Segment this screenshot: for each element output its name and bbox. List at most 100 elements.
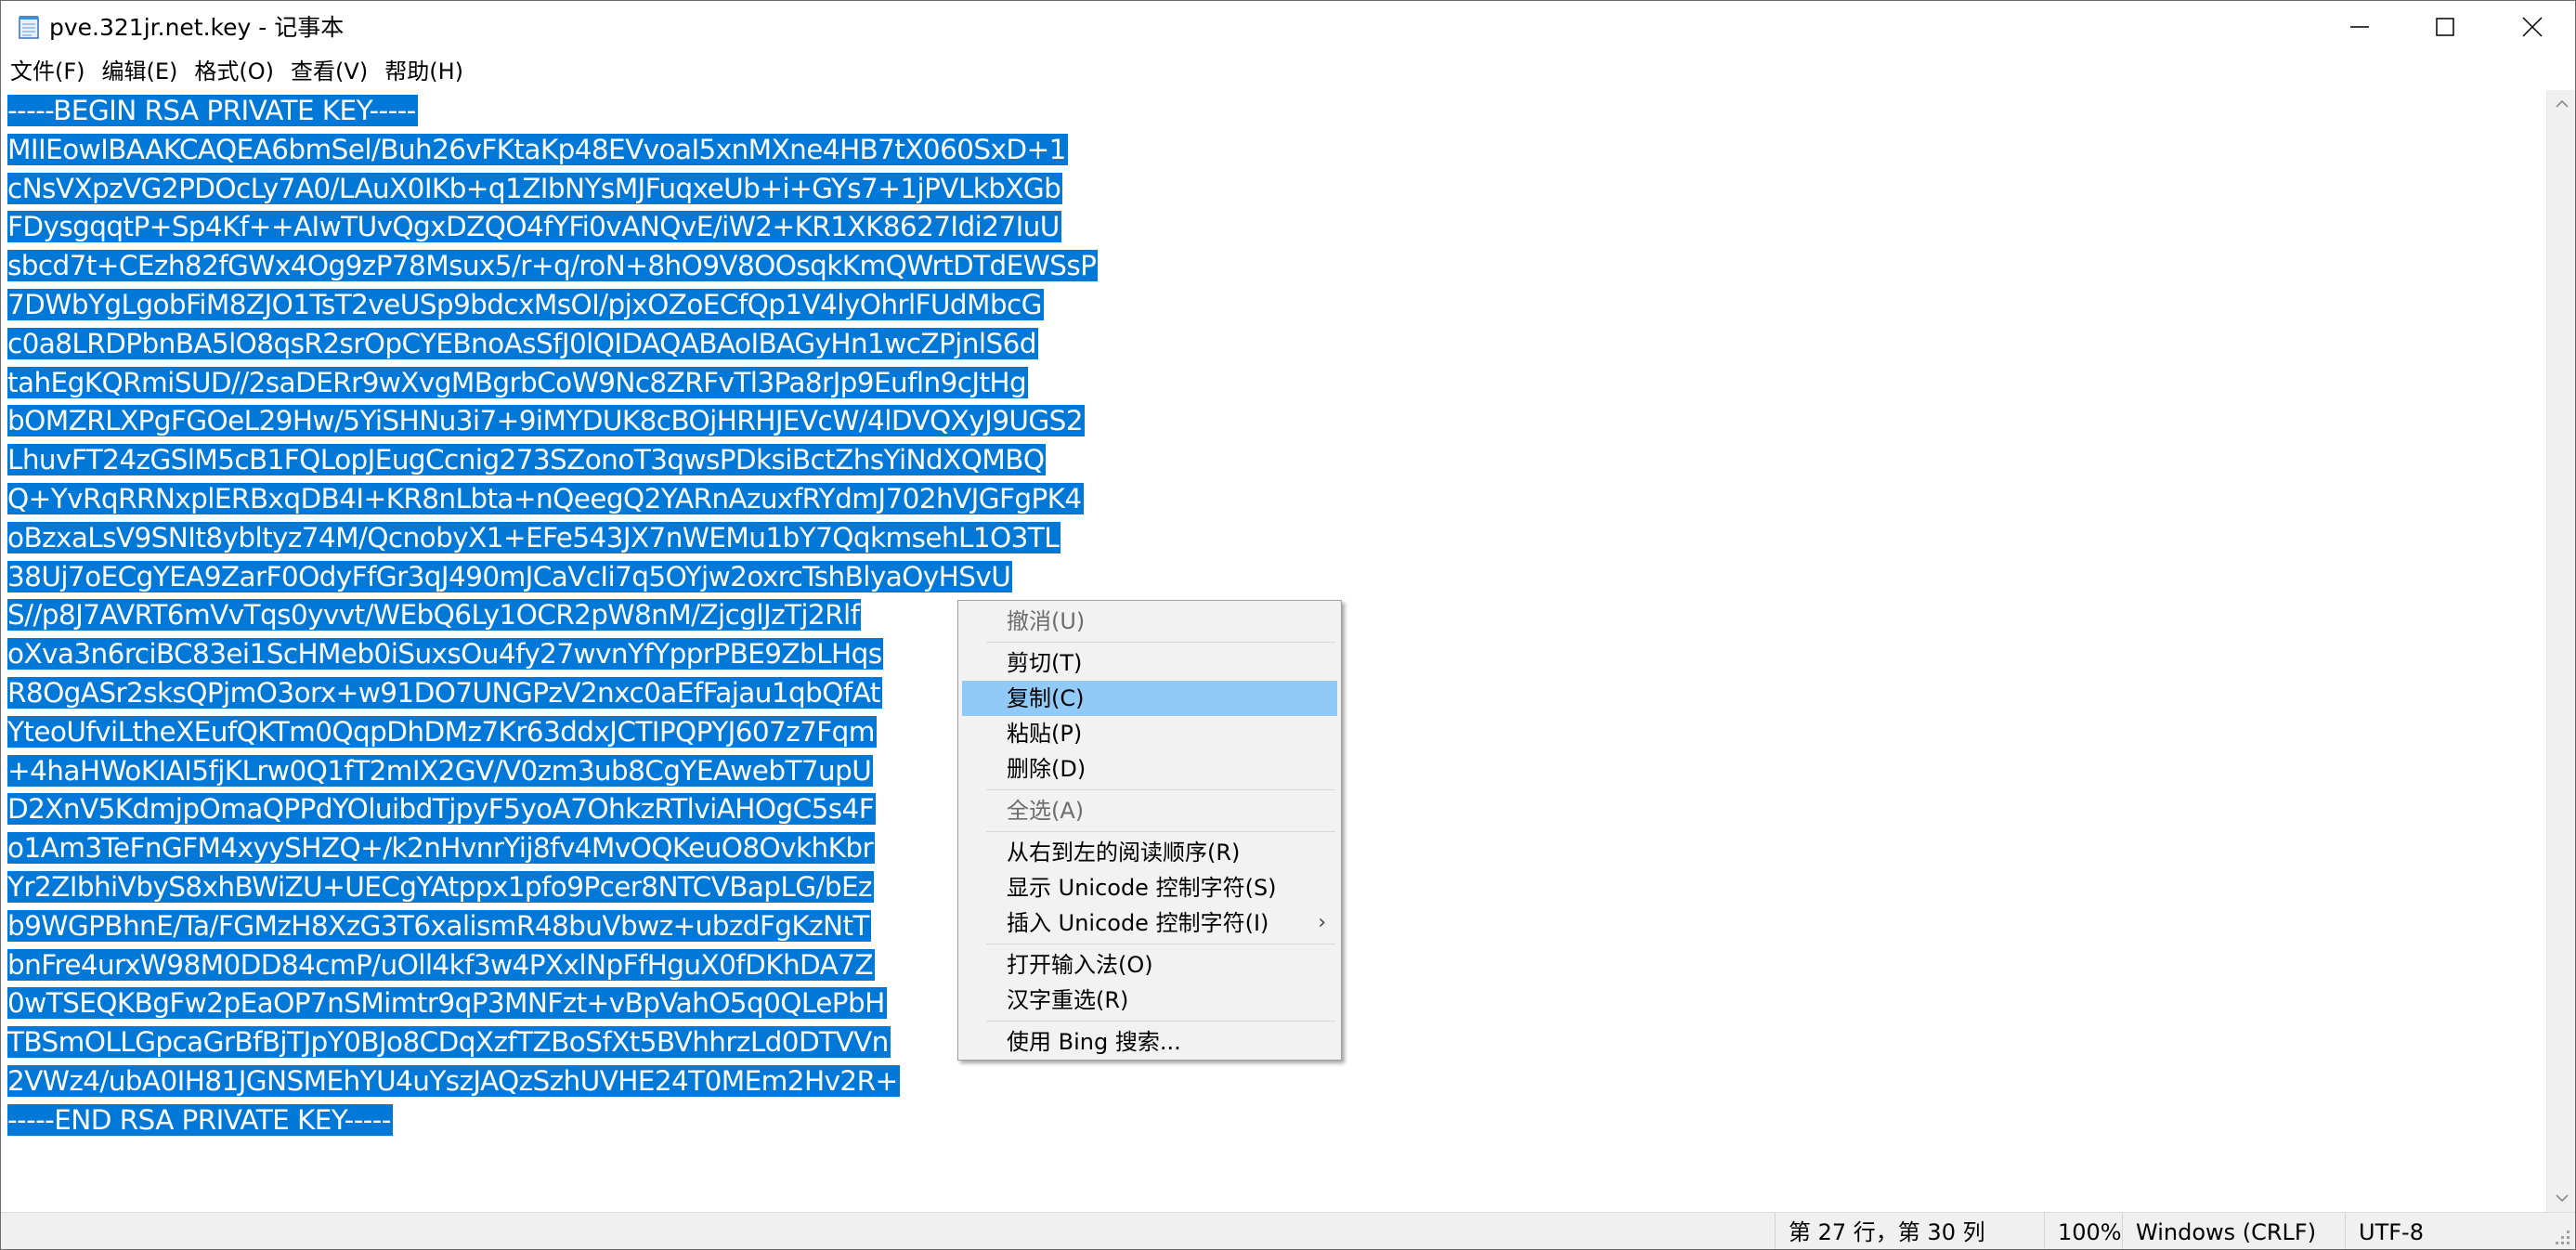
menu-help[interactable]: 帮助(H) [381, 53, 467, 90]
menu-bar: 文件(F) 编辑(E) 格式(O) 查看(V) 帮助(H) [1, 53, 2575, 90]
text-line: c0a8LRDPbnBA5lO8qsR2srOpCYEBnoAsSfJ0lQID… [7, 325, 1098, 364]
selected-text: bnFre4urxW98M0DD84cmP/uOll4kf3w4PXxlNpFf… [7, 948, 876, 981]
context-menu-select-all[interactable]: 全选(A) [962, 793, 1337, 828]
text-line: R8OgASr2sksQPjmO3orx+w91DO7UNGPzV2nxc0aE… [7, 674, 1098, 713]
minimize-icon [2350, 26, 2369, 28]
notepad-window: pve.321jr.net.key - 记事本 文件(F) 编辑(E) 格式(O… [0, 0, 2576, 1250]
selected-text: -----BEGIN RSA PRIVATE KEY----- [7, 95, 418, 126]
selected-text: Q+YvRqRRNxplERBxqDB4I+KR8nLbta+nQeegQ2YA… [7, 482, 1084, 514]
text-line: cNsVXpzVG2PDOcLy7A0/LAuX0IKb+q1ZIbNYsMJF… [7, 170, 1098, 209]
selected-text: tahEgKQRmiSUD//2saDERr9wXvgMBgrbCoW9Nc8Z… [7, 366, 1029, 398]
resize-grip-icon[interactable] [2551, 1226, 2571, 1246]
context-menu-bing-search[interactable]: 使用 Bing 搜索... [962, 1024, 1337, 1060]
selected-text: YteoUfviLtheXEufQKTm0QqpDhDMz7Kr63ddxJCT… [7, 715, 877, 748]
selected-text: oBzxaLsV9SNIt8ybltyz74M/QcnobyX1+EFe543J… [7, 521, 1061, 553]
context-menu-copy[interactable]: 复制(C) [962, 681, 1337, 716]
selected-text: LhuvFT24zGSlM5cB1FQLopJEugCcnig273SZonoT… [7, 444, 1047, 476]
context-menu-rtl-reading-order[interactable]: 从右到左的阅读顺序(R) [962, 835, 1337, 870]
menu-separator [986, 789, 1335, 790]
selected-text: 38Uj7oECgYEA9ZarF0OdyFfGr3qJ490mJCaVcIi7… [7, 560, 1013, 592]
window-title: pve.321jr.net.key - 记事本 [49, 14, 345, 41]
selected-text: cNsVXpzVG2PDOcLy7A0/LAuX0IKb+q1ZIbNYsMJF… [7, 172, 1063, 204]
status-encoding: UTF-8 [2345, 1213, 2549, 1249]
context-menu-insert-unicode-control[interactable]: 插入 Unicode 控制字符(I) › [962, 905, 1337, 941]
text-line: oXva3n6rciBC83ei1ScHMeb0iSuxsOu4fy27wvnY… [7, 635, 1098, 674]
selected-text: FDysgqqtP+Sp4Kf++AIwTUvQgxDZQO4fYFi0vANQ… [7, 211, 1061, 243]
text-line: +4haHWoKIAI5fjKLrw0Q1fT2mIX2GV/V0zm3ub8C… [7, 752, 1098, 791]
context-menu-undo[interactable]: 撤消(U) [962, 604, 1337, 639]
selected-text: bOMZRLXPgFGOeL29Hw/5YiSHNu3i7+9iMYDUK8cB… [7, 405, 1085, 437]
menu-edit[interactable]: 编辑(E) [98, 53, 182, 90]
scroll-up-button[interactable] [2547, 90, 2575, 118]
scroll-up-arrow-icon [2555, 99, 2569, 108]
notepad-app-icon [19, 16, 39, 39]
text-line: 7DWbYgLgobFiM8ZJO1TsT2veUSp9bdcxMsOI/pjx… [7, 286, 1098, 325]
text-line: oBzxaLsV9SNIt8ybltyz74M/QcnobyX1+EFe543J… [7, 519, 1098, 558]
maximize-button[interactable] [2402, 1, 2488, 53]
text-line: LhuvFT24zGSlM5cB1FQLopJEugCcnig273SZonoT… [7, 441, 1098, 480]
text-line: o1Am3TeFnGFM4xyySHZQ+/k2nHvnrYij8fv4MvOQ… [7, 829, 1098, 868]
minimize-button[interactable] [2317, 1, 2402, 53]
menu-format[interactable]: 格式(O) [190, 53, 278, 90]
text-line: -----BEGIN RSA PRIVATE KEY----- [7, 92, 1098, 131]
selected-text: D2XnV5KdmjpOmaQPPdYOluibdTjpyF5yoA7OhkzR… [7, 793, 877, 826]
close-button[interactable] [2490, 1, 2575, 53]
selected-text: 7DWbYgLgobFiM8ZJO1TsT2veUSp9bdcxMsOI/pjx… [7, 288, 1044, 320]
vertical-scrollbar[interactable] [2546, 90, 2575, 1212]
status-line-ending: Windows (CRLF) [2122, 1213, 2345, 1249]
text-line: 38Uj7oECgYEA9ZarF0OdyFfGr3qJ490mJCaVcIi7… [7, 558, 1098, 597]
selected-text: 0wTSEQKBgFw2pEaOP7nSMimtr9qP3MNFzt+vBpVa… [7, 987, 887, 1020]
selected-text: -----END RSA PRIVATE KEY----- [7, 1103, 393, 1136]
context-menu-show-unicode-control[interactable]: 显示 Unicode 控制字符(S) [962, 870, 1337, 905]
status-bar: 第 27 行，第 30 列 100% Windows (CRLF) UTF-8 [1, 1212, 2575, 1249]
insert-unicode-label: 插入 Unicode 控制字符(I) [1007, 910, 1269, 936]
text-line: MIIEowIBAAKCAQEA6bmSel/Buh26vFKtaKp48EVv… [7, 131, 1098, 170]
text-line: D2XnV5KdmjpOmaQPPdYOluibdTjpyF5yoA7OhkzR… [7, 790, 1098, 829]
text-line: TBSmOLLGpcaGrBfBjTJpY0BJo8CDqXzfTZBoSfXt… [7, 1023, 1098, 1062]
text-line: FDysgqqtP+Sp4Kf++AIwTUvQgxDZQO4fYFi0vANQ… [7, 208, 1098, 247]
text-line: bOMZRLXPgFGOeL29Hw/5YiSHNu3i7+9iMYDUK8cB… [7, 402, 1098, 441]
text-line: 0wTSEQKBgFw2pEaOP7nSMimtr9qP3MNFzt+vBpVa… [7, 984, 1098, 1023]
text-line: sbcd7t+CEzh82fGWx4Og9zP78Msux5/r+q/roN+8… [7, 247, 1099, 286]
text-line: 2VWz4/ubA0IH81JGNSMEhYU4uYszJAQzSzhUVHE2… [7, 1062, 1098, 1101]
context-menu-paste[interactable]: 粘贴(P) [962, 716, 1337, 751]
context-menu-delete[interactable]: 删除(D) [962, 751, 1337, 787]
selected-text: 2VWz4/ubA0IH81JGNSMEhYU4uYszJAQzSzhUVHE2… [7, 1064, 900, 1097]
close-icon [2522, 17, 2543, 37]
selected-text: Yr2ZIbhiVbyS8xhBWiZU+UECgYAtppx1pfo9Pcer… [7, 870, 874, 903]
text-line: Yr2ZIbhiVbyS8xhBWiZU+UECgYAtppx1pfo9Pcer… [7, 868, 1098, 907]
menu-separator [986, 1021, 1335, 1022]
selected-text: o1Am3TeFnGFM4xyySHZQ+/k2nHvnrYij8fv4MvOQ… [7, 832, 876, 865]
text-line: b9WGPBhnE/Ta/FGMzH8XzG3T6xalismR48buVbwz… [7, 907, 1098, 946]
selected-text: MIIEowIBAAKCAQEA6bmSel/Buh26vFKtaKp48EVv… [7, 133, 1068, 165]
text-line: tahEgKQRmiSUD//2saDERr9wXvgMBgrbCoW9Nc8Z… [7, 364, 1098, 403]
title-bar[interactable]: pve.321jr.net.key - 记事本 [1, 1, 2575, 53]
selected-text: TBSmOLLGpcaGrBfBjTJpY0BJo8CDqXzfTZBoSfXt… [7, 1026, 891, 1059]
menu-separator [986, 831, 1335, 832]
selected-text: c0a8LRDPbnBA5lO8qsR2srOpCYEBnoAsSfJ0lQID… [7, 327, 1038, 359]
submenu-arrow-icon: › [1318, 911, 1326, 934]
context-menu-reconversion[interactable]: 汉字重选(R) [962, 983, 1337, 1018]
selected-text: sbcd7t+CEzh82fGWx4Og9zP78Msux5/r+q/roN+8… [7, 250, 1099, 282]
selected-text: R8OgASr2sksQPjmO3orx+w91DO7UNGPzV2nxc0aE… [7, 676, 882, 709]
selected-text: b9WGPBhnE/Ta/FGMzH8XzG3T6xalismR48buVbwz… [7, 909, 871, 942]
text-line: -----END RSA PRIVATE KEY----- [7, 1101, 1098, 1140]
context-menu-open-ime[interactable]: 打开输入法(O) [962, 947, 1337, 983]
menu-view[interactable]: 查看(V) [287, 53, 371, 90]
menu-separator [986, 642, 1335, 643]
context-menu: 撤消(U) 剪切(T) 复制(C) 粘贴(P) 删除(D) 全选(A) 从右到左… [957, 600, 1342, 1061]
selected-text: oXva3n6rciBC83ei1ScHMeb0iSuxsOu4fy27wvnY… [7, 638, 884, 671]
scroll-down-arrow-icon [2555, 1194, 2569, 1203]
context-menu-cut[interactable]: 剪切(T) [962, 645, 1337, 681]
text-lines: -----BEGIN RSA PRIVATE KEY----- MIIEowIB… [7, 92, 1099, 1140]
text-line: Q+YvRqRRNxplERBxqDB4I+KR8nLbta+nQeegQ2YA… [7, 480, 1098, 519]
maximize-icon [2436, 18, 2454, 36]
status-cursor-position: 第 27 行，第 30 列 [1775, 1213, 2044, 1249]
text-line: bnFre4urxW98M0DD84cmP/uOll4kf3w4PXxlNpFf… [7, 946, 1098, 985]
selected-text: +4haHWoKIAI5fjKLrw0Q1fT2mIX2GV/V0zm3ub8C… [7, 754, 874, 787]
text-line: YteoUfviLtheXEufQKTm0QqpDhDMz7Kr63ddxJCT… [7, 713, 1098, 752]
selected-text: S//p8J7AVRT6mVvTqs0yvvt/WEbQ6Ly1OCR2pW8n… [7, 599, 862, 632]
scroll-down-button[interactable] [2547, 1184, 2575, 1212]
menu-file[interactable]: 文件(F) [7, 53, 89, 90]
text-line: S//p8J7AVRT6mVvTqs0yvvt/WEbQ6Ly1OCR2pW8n… [7, 596, 1098, 635]
